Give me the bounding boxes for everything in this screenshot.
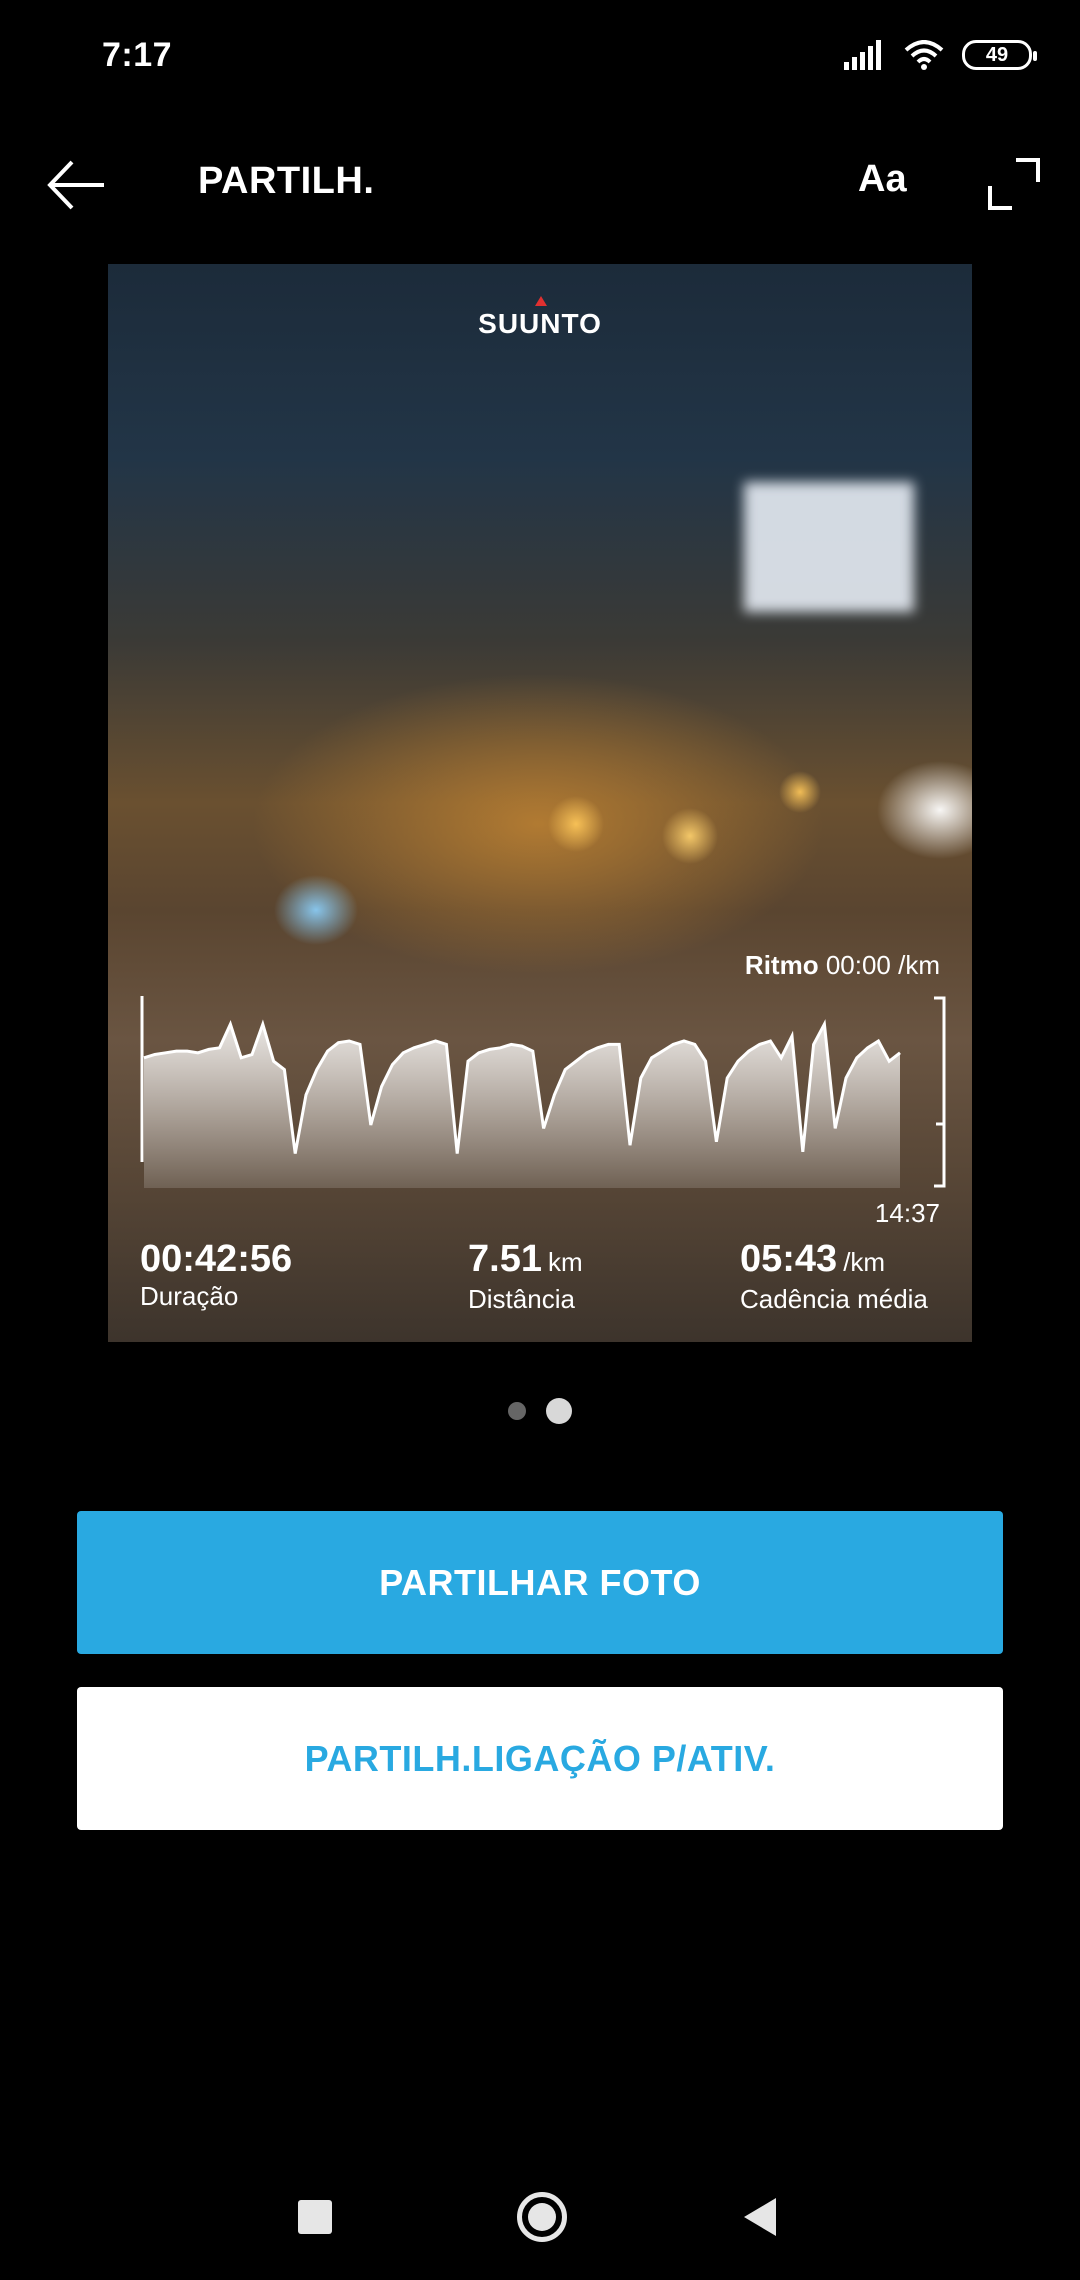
- status-icons: 49: [844, 40, 1037, 70]
- page-title: PARTILH.: [198, 160, 375, 202]
- stat-distance-label: Distância: [468, 1284, 575, 1314]
- battery-icon: 49: [962, 40, 1037, 70]
- font-style-button[interactable]: Aa: [858, 158, 907, 201]
- share-photo-button[interactable]: PARTILHAR FOTO: [77, 1511, 1003, 1654]
- status-time: 7:17: [102, 36, 173, 74]
- stat-cadence-value: 05:43: [740, 1238, 838, 1280]
- pace-chart: [140, 996, 946, 1188]
- share-link-button[interactable]: PARTILH.LIGAÇÃO P/ATIV.: [77, 1687, 1003, 1830]
- back-icon[interactable]: [744, 2198, 776, 2236]
- expand-icon[interactable]: [986, 156, 1042, 212]
- stat-distance-value: 7.51: [468, 1238, 542, 1280]
- app-bar: PARTILH. Aa: [0, 140, 1080, 230]
- page-dot-2[interactable]: [546, 1398, 572, 1424]
- stat-duration: 00:42:56 Duração: [140, 1238, 292, 1312]
- stat-cadence: 05:43/km Cadência média: [740, 1238, 928, 1315]
- stat-cadence-unit: /km: [843, 1247, 886, 1277]
- signal-icon: [844, 40, 881, 70]
- stat-cadence-label: Cadência média: [740, 1284, 928, 1314]
- wifi-icon: [904, 40, 944, 70]
- chart-right-bracket: [934, 996, 946, 1188]
- stat-distance: 7.51 km Distância: [468, 1238, 583, 1315]
- page-dot-1[interactable]: [508, 1402, 526, 1420]
- recents-icon[interactable]: [298, 2200, 332, 2234]
- page-indicator: [0, 1398, 1080, 1424]
- stat-duration-value: 00:42:56: [140, 1238, 293, 1280]
- home-icon[interactable]: [517, 2192, 567, 2242]
- system-nav-bar: [0, 2160, 1080, 2280]
- back-arrow-icon[interactable]: [44, 158, 108, 212]
- chart-end-time: 14:37: [874, 1198, 940, 1228]
- stat-distance-unit: km: [547, 1247, 583, 1277]
- status-bar: 7:17 49: [0, 0, 1080, 120]
- stat-duration-label: Duração: [140, 1281, 239, 1311]
- share-photo-preview[interactable]: SUUNTO Ritmo 00:00 /km 14:37 00:42:56 Du…: [108, 264, 972, 1342]
